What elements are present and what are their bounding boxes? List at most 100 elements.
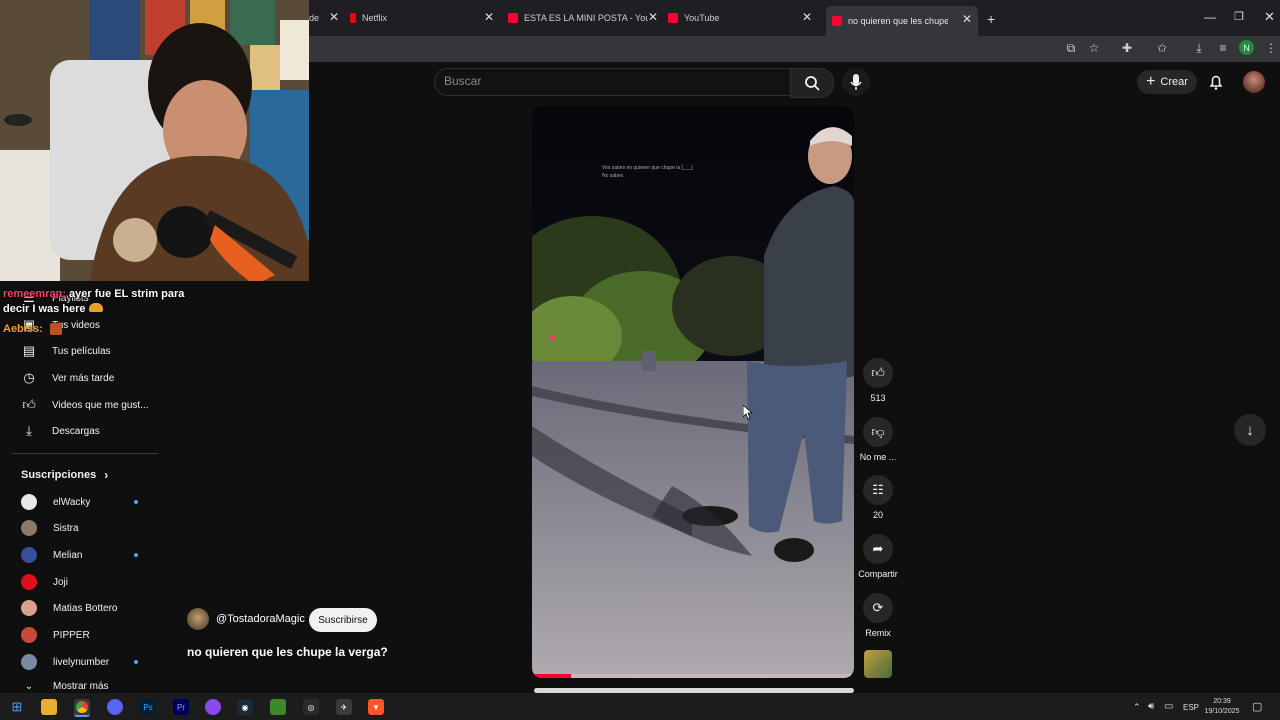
subscription-item[interactable]: livelynumber (21, 652, 109, 672)
sidebar-item-watch-later[interactable]: ◷ Ver más tarde (20, 367, 114, 389)
video-progress-track[interactable] (532, 674, 854, 678)
taskbar (0, 693, 1280, 720)
close-icon[interactable]: ✕ (802, 10, 812, 24)
subscription-item[interactable]: Joji (21, 572, 68, 592)
minecraft-icon[interactable] (270, 699, 286, 715)
brave-icon[interactable]: ▼ (368, 699, 384, 715)
premiere-icon[interactable]: Pr (173, 699, 189, 715)
thumbs-up-icon: 👍︎ (871, 365, 885, 380)
restore-icon[interactable]: ❐ (1234, 10, 1244, 23)
chevron-down-icon: ⌄ (24, 680, 34, 692)
download-icon: ⤓ (26, 423, 32, 438)
download-icon[interactable]: ⤓ (1192, 41, 1206, 55)
show-more-button[interactable]: ⌄ Mostrar más (21, 679, 109, 693)
subscribe-button[interactable]: Suscribirse (309, 608, 377, 632)
extensions-icon[interactable]: ✚ (1120, 41, 1134, 55)
dislike-button[interactable]: 👎︎ (863, 417, 893, 447)
search-input[interactable] (434, 68, 792, 96)
close-icon[interactable]: ✕ (648, 10, 658, 24)
video-caption-line: Vos sabes no quieren que chupe la [___] (602, 165, 693, 171)
bell-icon (1209, 75, 1223, 90)
sound-thumbnail[interactable] (864, 650, 892, 678)
chrome-icon[interactable] (74, 699, 90, 717)
channel-avatar (21, 574, 37, 590)
search-placeholder: Buscar (444, 74, 482, 88)
mouse-cursor-icon (743, 405, 753, 420)
bookmark-star-icon[interactable]: ☆ (1087, 41, 1101, 55)
search-button[interactable] (790, 68, 834, 98)
sidebar-item-your-movies[interactable]: ▤ Tus películas (20, 340, 111, 362)
subscriptions-heading[interactable]: Suscripciones › (21, 468, 108, 482)
close-icon[interactable]: ✕ (329, 10, 339, 24)
create-label: Crear (1160, 76, 1188, 88)
arrow-down-icon: ↓ (1246, 421, 1254, 439)
notifications-button[interactable] (1207, 73, 1225, 91)
browser-menu-icon[interactable]: ⋮ (1264, 41, 1278, 55)
short-video-player[interactable]: Vos sabes no quieren que chupe la [___] … (532, 106, 854, 678)
chrome-logo (76, 701, 88, 713)
new-tab-button[interactable]: + (987, 11, 995, 27)
create-button[interactable]: + Crear (1137, 70, 1197, 94)
windows-start-icon[interactable]: ⊞ (9, 699, 25, 715)
sidebar-item-label: Descargas (52, 425, 100, 437)
browser-tab-mini-posta[interactable]: ESTA ES LA MINI POSTA - YouTu ✕ (508, 6, 664, 30)
remix-button[interactable]: ⟳ (863, 593, 893, 623)
obs-icon[interactable]: ◎ (303, 699, 319, 715)
voice-search-button[interactable] (842, 68, 870, 96)
remix-label: Remix (865, 628, 891, 638)
volume-icon[interactable]: 🔊︎ (1148, 701, 1154, 712)
subscription-item[interactable]: Sistra (21, 518, 79, 538)
microphone-icon (850, 74, 862, 90)
share-label: Compartir (858, 569, 898, 579)
minimize-icon[interactable]: — (1204, 10, 1216, 24)
subscription-item[interactable]: Matias Bottero (21, 598, 117, 618)
account-avatar[interactable] (1243, 71, 1265, 93)
browser-tab-netflix[interactable]: Netflix ✕ (350, 6, 500, 30)
profile-avatar[interactable]: N (1239, 40, 1254, 55)
install-app-icon[interactable]: ⧉ (1064, 41, 1078, 55)
next-short-button[interactable]: ↓ (1234, 414, 1266, 446)
close-icon[interactable]: ✕ (962, 12, 972, 26)
browser-tab-active[interactable]: no quieren que les chupe la ✕ (826, 6, 978, 36)
steam-icon[interactable]: ◉ (237, 699, 253, 715)
notification-center-icon[interactable]: ▢ (1252, 700, 1262, 713)
plus-icon: + (1146, 73, 1156, 90)
clock-time: 20:39 (1213, 698, 1231, 705)
channel-avatar (21, 520, 37, 536)
browser-tab-youtube[interactable]: YouTube ✕ (668, 6, 818, 30)
subscription-item[interactable]: elWacky (21, 492, 90, 512)
clock[interactable]: 20:39 19/10/2025 (1203, 697, 1241, 717)
tab-label: de (309, 13, 320, 23)
browser-tab-0[interactable]: de ✕ (309, 6, 345, 30)
channel-avatar (21, 627, 37, 643)
photoshop-icon[interactable]: Ps (140, 699, 156, 715)
chat-message: remeemran: ayer fue EL strim para decir … (3, 287, 213, 317)
video-frame (532, 106, 854, 678)
sidebar-item-liked-videos[interactable]: 👍︎ Videos que me gust... (20, 394, 148, 416)
like-button[interactable]: 👍︎ (863, 358, 893, 388)
sidebar-divider (12, 453, 158, 454)
new-content-dot (134, 500, 138, 504)
language-indicator[interactable]: ESP (1183, 703, 1199, 712)
app-icon[interactable] (205, 699, 221, 715)
channel-avatar[interactable] (187, 608, 209, 630)
clock-date: 19/10/2025 (1204, 708, 1240, 715)
favorites-icon[interactable]: ✩ (1155, 41, 1169, 55)
network-icon[interactable]: ▭ (1164, 701, 1173, 712)
subscription-item[interactable]: Melian (21, 545, 82, 565)
discord-icon[interactable] (107, 699, 123, 715)
sidebar-item-downloads[interactable]: ⤓ Descargas (20, 420, 100, 442)
channel-handle[interactable]: @TostadoraMagic (216, 613, 305, 625)
media-control-icon[interactable]: ≡ (1216, 41, 1230, 55)
share-icon: ➦ (872, 541, 884, 556)
subscription-item[interactable]: PIPPER (21, 625, 90, 645)
window-close-icon[interactable]: ✕ (1264, 9, 1275, 25)
close-icon[interactable]: ✕ (484, 10, 494, 24)
tray-expand-icon[interactable]: ⌃ (1133, 702, 1141, 713)
file-explorer-icon[interactable] (41, 699, 57, 715)
app-icon-2[interactable]: ✈ (336, 699, 352, 715)
comments-button[interactable]: ☷ (863, 475, 893, 505)
channel-avatar (21, 547, 37, 563)
youtube-icon (832, 16, 842, 26)
share-button[interactable]: ➦ (863, 534, 893, 564)
